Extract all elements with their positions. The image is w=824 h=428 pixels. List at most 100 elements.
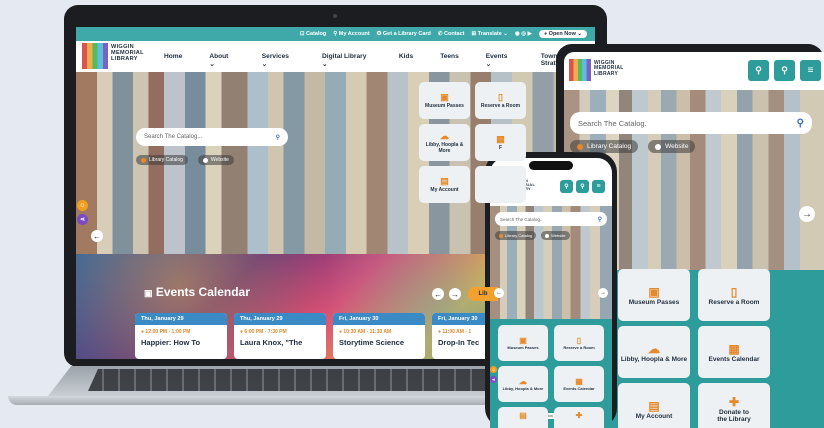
accessibility-icon[interactable]: ☺ — [490, 366, 497, 373]
site-header: ⊡ Catalog ⚲ My Account ✪ Get a Library C… — [76, 27, 595, 72]
tile-reserve-room[interactable]: ▯ Reserve a Room — [554, 325, 604, 361]
library-logo-icon[interactable] — [82, 43, 108, 69]
account-icon[interactable]: ⚲ — [748, 60, 769, 81]
ticket-icon: ▣ — [519, 336, 527, 345]
event-date: Thu, January 29 — [135, 313, 227, 325]
catalog-search-input[interactable]: Search The Catalog... ⚲ — [136, 128, 288, 146]
tile-museum-passes[interactable]: ▣ Museum Passes — [498, 325, 548, 361]
tile-donate[interactable]: ✚ Donate to the Library — [698, 383, 770, 428]
menu-icon[interactable]: ≡ — [800, 60, 821, 81]
hero-next-arrow-icon[interactable]: → — [799, 206, 815, 222]
radio-library-catalog[interactable]: Library Catalog — [136, 155, 188, 165]
calendar-icon: ▦ — [496, 134, 505, 144]
share-icon[interactable]: ⋖ — [77, 214, 88, 225]
search-placeholder: Search The Catalog.. — [500, 216, 543, 222]
phone-search-input[interactable]: Search The Catalog.. ⚲ — [495, 212, 607, 226]
tile-events-calendar[interactable]: ▦ Events Calendar — [698, 326, 770, 378]
nav-kids[interactable]: Kids — [399, 53, 413, 68]
event-title: Storytime Science — [339, 338, 405, 347]
door-icon: ▯ — [498, 92, 503, 102]
donate-hand-icon: ✚ — [575, 411, 583, 420]
radio-website[interactable]: Website — [541, 231, 570, 240]
nav-home[interactable]: Home — [164, 53, 182, 68]
tile-my-account[interactable]: ▤ — [498, 407, 548, 428]
search-placeholder: Search The Catalog... — [144, 134, 203, 140]
event-title: Happier: How To — [141, 338, 201, 347]
laptop-camera — [333, 14, 337, 18]
event-card[interactable]: Thu, January 29 ● 12:00 PM - 1:00 PM Hap… — [135, 313, 227, 359]
radio-dot-icon — [577, 143, 583, 150]
nav-services[interactable]: Services ⌄ — [262, 53, 295, 68]
event-card[interactable]: Fri, January 30 ● 10:30 AM - 11:30 AM St… — [333, 313, 425, 359]
event-card[interactable]: Thu, January 29 ● 6:00 PM - 7:30 PM Laur… — [234, 313, 326, 359]
search-scope: Library Catalog Website — [136, 155, 234, 165]
tile-partial-f[interactable]: ▦ F — [475, 124, 526, 161]
event-title: Laura Knox, "The — [240, 338, 303, 347]
search-icon[interactable]: ⚲ — [598, 216, 602, 223]
library-logo-icon[interactable] — [569, 59, 591, 81]
search-icon[interactable]: ⚲ — [576, 180, 589, 193]
events-prev-arrow-icon[interactable]: ← — [432, 288, 444, 300]
cloud-icon: ☁ — [440, 131, 449, 141]
hero-prev-arrow-icon[interactable]: ← — [494, 288, 504, 298]
catalog-link[interactable]: ⊡ Catalog — [300, 31, 326, 37]
radio-website[interactable]: Website — [648, 140, 696, 153]
tile-events-calendar[interactable]: ▦ Events Calendar — [554, 366, 604, 402]
event-time: ● 12:00 PM - 1:00 PM — [141, 329, 191, 335]
events-next-arrow-icon[interactable]: → — [449, 288, 461, 300]
nav-digital-library[interactable]: Digital Library ⌄ — [322, 53, 372, 68]
my-account-link[interactable]: ⚲ My Account — [333, 31, 370, 37]
tile-donate[interactable]: ✚ — [554, 407, 604, 428]
tablet-search-input[interactable]: Search The Catalog. ⚲ — [570, 112, 812, 134]
utility-bar: ⊡ Catalog ⚲ My Account ✪ Get a Library C… — [76, 27, 595, 41]
contact-link[interactable]: ✆ Contact — [438, 31, 465, 37]
tile-libby-hoopla[interactable]: ☁ Libby, Hoopla & More — [419, 124, 470, 161]
tile-my-account[interactable]: ▤ My Account — [419, 166, 470, 203]
menu-icon[interactable]: ≡ — [592, 180, 605, 193]
cloud-icon: ☁ — [519, 377, 527, 386]
door-icon: ▯ — [730, 284, 738, 299]
nav-about[interactable]: About ⌄ — [209, 53, 234, 68]
nav-events[interactable]: Events ⌄ — [486, 53, 514, 68]
main-nav: Home About ⌄ Services ⌄ Digital Library … — [164, 53, 595, 68]
tile-libby-hoopla[interactable]: ☁ Libby, Hoopla & More — [618, 326, 690, 378]
ticket-icon: ▣ — [648, 284, 660, 299]
calendar-icon: ▦ — [728, 341, 740, 356]
tile-reserve-room[interactable]: ▯ Reserve a Room — [698, 269, 770, 321]
radio-library-catalog[interactable]: Library Catalog — [570, 140, 639, 153]
tile-museum-passes[interactable]: ▣ Museum Passes — [618, 269, 690, 321]
event-date: Thu, January 29 — [234, 313, 326, 325]
tile-museum-passes[interactable]: ▣ Museum Passes — [419, 82, 470, 119]
event-time: ● 6:00 PM - 7:30 PM — [240, 329, 287, 335]
search-icon[interactable]: ⚲ — [774, 60, 795, 81]
events-heading: ▣ Events Calendar — [144, 285, 250, 299]
search-icon[interactable]: ⚲ — [276, 134, 280, 141]
search-placeholder: Search The Catalog. — [578, 118, 647, 128]
accessibility-icon[interactable]: ☺ — [77, 200, 88, 211]
tile-reserve-room[interactable]: ▯ Reserve a Room — [475, 82, 526, 119]
tile-partial-blank[interactable] — [475, 166, 526, 203]
search-icon[interactable]: ⚲ — [797, 118, 804, 129]
tile-my-account[interactable]: ▤ My Account — [618, 383, 690, 428]
social-icons[interactable]: ◉ ◎ ▶ — [515, 31, 532, 37]
door-icon: ▯ — [576, 336, 582, 345]
library-card-link[interactable]: ✪ Get a Library Card — [377, 31, 431, 37]
event-date: Fri, January 30 — [333, 313, 425, 325]
event-time: ● 10:30 AM - 11:30 AM — [339, 329, 392, 335]
hero-prev-arrow-icon[interactable]: ← — [91, 230, 103, 242]
hero-next-arrow-icon[interactable]: → — [598, 288, 608, 298]
donate-hand-icon: ✚ — [728, 395, 740, 409]
library-logo-text: WIGGINMEMORIALLIBRARY — [594, 60, 624, 77]
open-now-button[interactable]: ◕ Open Now ⌄ — [538, 30, 587, 38]
radio-library-catalog[interactable]: Library Catalog — [495, 231, 537, 240]
tile-libby-hoopla[interactable]: ☁ Libby, Hoopla & More — [498, 366, 548, 402]
search-scope: Library Catalog Website — [570, 140, 696, 153]
radio-website[interactable]: Website — [197, 155, 234, 165]
translate-dropdown[interactable]: ⊞ Translate ⌄ — [471, 31, 507, 37]
nav-teens[interactable]: Teens — [440, 53, 459, 68]
radio-dot-icon — [202, 157, 208, 163]
account-icon[interactable]: ⚲ — [560, 180, 573, 193]
cloud-icon: ☁ — [648, 341, 660, 356]
share-icon[interactable]: ⋖ — [490, 376, 497, 383]
search-scope: Library Catalog Website — [495, 231, 570, 240]
